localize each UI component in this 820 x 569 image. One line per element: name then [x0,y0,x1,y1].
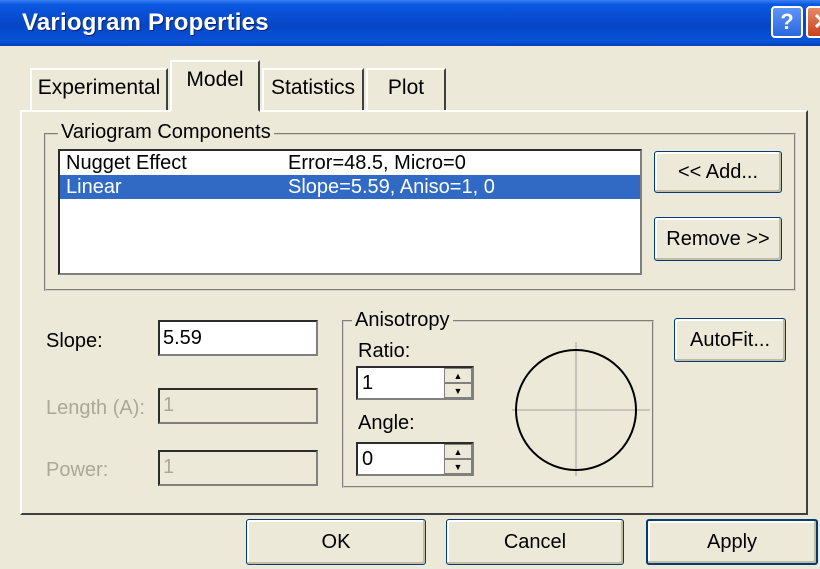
tab-label: Statistics [270,76,356,99]
anisotropy-legend: Anisotropy [352,309,453,332]
variogram-components-legend: Variogram Components [58,121,274,144]
tab-experimental[interactable]: Experimental [30,68,168,112]
slope-label: Slope: [46,330,103,352]
component-params: Error=48.5, Micro=0 [288,152,466,174]
tab-label: Plot [387,76,425,99]
spin-down-icon[interactable]: ▼ [444,383,472,398]
power-input[interactable]: 1 [158,450,318,486]
angle-label: Angle: [358,412,415,434]
cancel-button-label: Cancel [503,530,567,553]
add-button-label: << Add... [677,160,759,183]
tab-plot[interactable]: Plot [366,68,446,112]
angle-value: 0 [362,448,374,470]
slope-input[interactable] [158,320,318,356]
ratio-spin-buttons: ▲ ▼ [444,368,472,398]
remove-button-label: Remove >> [666,227,770,250]
component-name: Linear [66,176,122,198]
close-icon: ✕ [813,9,820,35]
title-bar[interactable]: Variogram Properties ? ✕ [0,0,820,46]
length-input[interactable]: 1 [158,388,318,424]
component-params: Slope=5.59, Aniso=1, 0 [288,176,495,198]
spin-up-icon[interactable]: ▲ [444,368,472,383]
tab-label: Experimental [37,76,161,99]
ratio-label: Ratio: [358,340,411,362]
list-item[interactable]: Linear Slope=5.59, Aniso=1, 0 [60,175,640,199]
length-label: Length (A): [46,397,145,419]
close-button[interactable]: ✕ [806,6,820,38]
cancel-button[interactable]: Cancel [446,519,624,565]
ratio-value: 1 [362,372,374,394]
list-item[interactable]: Nugget Effect Error=48.5, Micro=0 [60,151,640,175]
autofit-button[interactable]: AutoFit... [674,318,786,362]
components-list[interactable]: Nugget Effect Error=48.5, Micro=0 Linear… [58,149,642,275]
help-button[interactable]: ? [771,6,803,38]
power-label: Power: [46,459,109,481]
angle-spin-buttons: ▲ ▼ [444,444,472,474]
spin-up-icon[interactable]: ▲ [444,444,472,459]
ok-button-label: OK [321,530,351,553]
ok-button[interactable]: OK [246,519,426,565]
tab-label: Model [186,68,244,91]
remove-button[interactable]: Remove >> [654,217,782,261]
apply-button-label: Apply [706,530,758,553]
apply-button[interactable]: Apply [646,519,818,565]
add-button[interactable]: << Add... [654,151,782,193]
ratio-spinner[interactable]: 1 ▲ ▼ [356,366,474,400]
spin-down-icon[interactable]: ▼ [444,459,472,474]
window-title: Variogram Properties [22,9,269,36]
angle-spinner[interactable]: 0 ▲ ▼ [356,442,474,476]
tab-statistics[interactable]: Statistics [262,68,364,112]
help-icon: ? [780,9,794,34]
component-name: Nugget Effect [66,152,187,174]
anisotropy-ellipse-preview [512,342,650,476]
autofit-button-label: AutoFit... [689,328,771,351]
dialog-footer: OK Cancel Apply [0,515,820,569]
tab-model[interactable]: Model [170,60,260,112]
